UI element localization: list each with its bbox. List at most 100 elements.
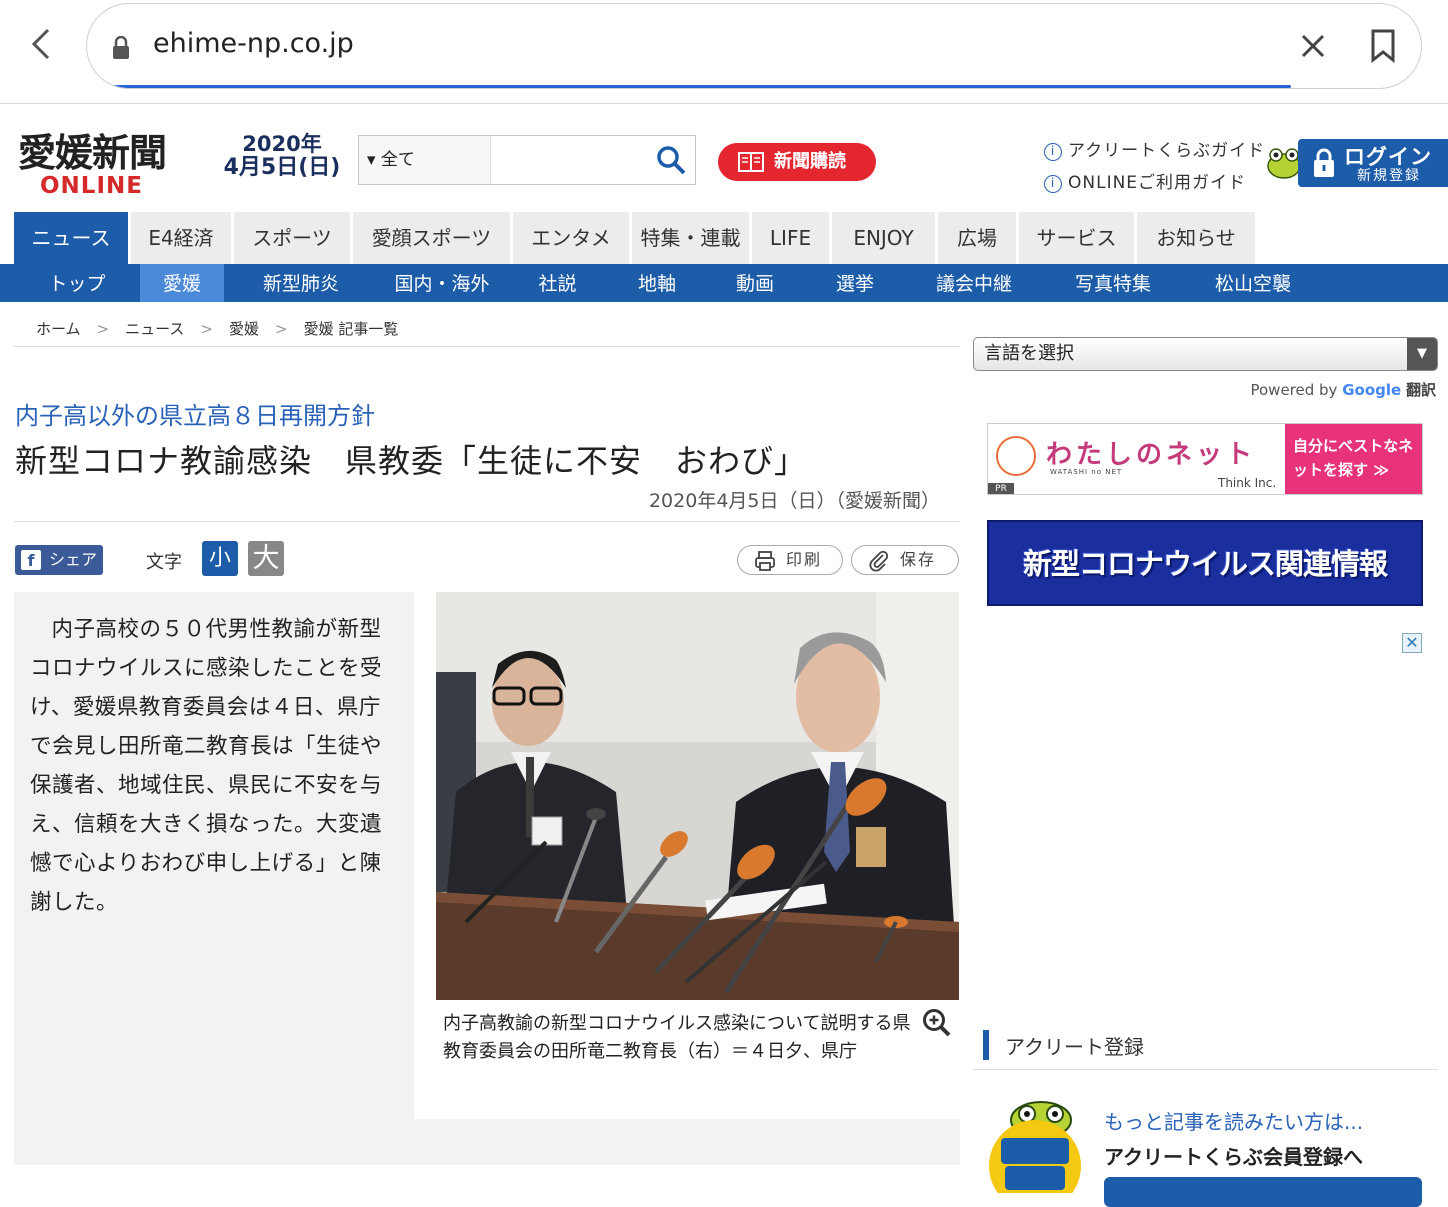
subnav-photo[interactable]: 写真特集 — [1043, 264, 1183, 302]
browser-bar: ehime-np.co.jp — [0, 0, 1448, 104]
nav-tab-enjoy[interactable]: ENJOY — [832, 212, 938, 264]
nav-tab-egao-sports[interactable]: 愛顔スポーツ — [353, 212, 513, 264]
translate-text: 翻訳 — [1405, 381, 1436, 399]
subnav-domestic-intl[interactable]: 国内・海外 — [378, 264, 506, 302]
guide-link-acreet[interactable]: i アクリートくらぶガイド — [1044, 136, 1265, 161]
frog-mascot-icon — [1267, 148, 1301, 179]
covid-info-banner[interactable]: 新型コロナウイルス関連情報 — [987, 520, 1423, 606]
nav-tab-service[interactable]: サービス — [1019, 212, 1137, 264]
loading-progress-bar — [111, 85, 1291, 88]
divider — [14, 521, 960, 522]
close-icon[interactable] — [1297, 30, 1329, 62]
save-button[interactable]: 保存 — [851, 545, 959, 575]
font-size-label: 文字 — [146, 552, 182, 573]
paperclip-icon — [869, 550, 889, 572]
photo-caption: 内子高教諭の新型コロナウイルス感染について説明する県教育委員会の田所竜二教育長（… — [443, 1013, 911, 1062]
login-button[interactable]: ログイン 新規登録 — [1298, 139, 1448, 187]
ad-cta-text: 自分にベストなネットを探す ≫ — [1285, 424, 1422, 494]
newspaper-icon — [738, 152, 764, 172]
article-paragraph: 内子高校の５０代男性教諭が新型コロナウイルスに感染したことを受け、愛媛県教育委員… — [30, 617, 383, 915]
lock-icon — [1314, 148, 1334, 177]
breadcrumb-ehime[interactable]: 愛媛 — [229, 320, 259, 338]
breadcrumb: ホーム > ニュース > 愛媛 > 愛媛 記事一覧 — [36, 318, 398, 339]
address-bar[interactable]: ehime-np.co.jp — [86, 3, 1422, 89]
subnav-top[interactable]: トップ — [14, 264, 140, 302]
section-heading: アクリート登録 — [1005, 1035, 1144, 1059]
breadcrumb-news[interactable]: ニュース — [125, 320, 184, 338]
facebook-icon: f — [21, 550, 41, 570]
font-large-button[interactable]: 大 — [248, 541, 284, 576]
site-search: ▾ 全て — [358, 135, 696, 185]
subnav-video[interactable]: 動画 — [705, 264, 805, 302]
register-label: 新規登録 — [1357, 168, 1421, 184]
acreet-register-button[interactable] — [1104, 1177, 1422, 1207]
print-button[interactable]: 印刷 — [737, 545, 843, 575]
divider — [14, 346, 960, 347]
url-text: ehime-np.co.jp — [153, 28, 354, 59]
info-icon: i — [1044, 143, 1062, 161]
nav-tab-life[interactable]: LIFE — [752, 212, 832, 264]
breadcrumb-separator: > — [200, 320, 213, 338]
ad-close-icon[interactable]: ✕ — [1402, 633, 1422, 653]
facebook-share-button[interactable]: f シェア — [15, 545, 103, 575]
printer-icon — [755, 551, 775, 571]
subnav-editorial[interactable]: 社説 — [506, 264, 609, 302]
subnav-election[interactable]: 選挙 — [805, 264, 905, 302]
date-year: 2020年 — [242, 132, 322, 156]
language-select[interactable]: 言語を選択 ▼ — [973, 337, 1438, 371]
nav-tab-news[interactable]: ニュース — [14, 212, 131, 264]
article-footer-area — [14, 1119, 960, 1165]
press-conference-photo — [436, 592, 959, 1000]
subnav-ehime[interactable]: 愛媛 — [140, 264, 224, 302]
lock-icon — [113, 36, 129, 59]
acreet-prompt-text[interactable]: もっと記事を読みたい方は... — [1104, 1106, 1363, 1135]
search-input[interactable] — [491, 136, 651, 184]
zoom-icon[interactable] — [922, 1008, 952, 1038]
breadcrumb-separator: > — [96, 320, 110, 338]
font-small-button[interactable]: 小 — [202, 541, 238, 576]
nav-tab-entertainment[interactable]: エンタメ — [513, 212, 632, 264]
article-date: 2020年4月5日（日）（愛媛新聞） — [648, 490, 940, 512]
article-subtitle: 内子高以外の県立高８日再開方針 — [15, 402, 375, 430]
subnav-chijiku[interactable]: 地軸 — [609, 264, 705, 302]
article-photo[interactable] — [436, 592, 959, 1000]
nav-tab-sports[interactable]: スポーツ — [234, 212, 353, 264]
sub-nav: トップ 愛媛 新型肺炎 国内・海外 社説 地軸 動画 選挙 議会中継 写真特集 … — [0, 264, 1448, 302]
guide-label: ONLINEご利用ガイド — [1068, 173, 1247, 193]
bookmark-icon[interactable] — [1369, 28, 1397, 64]
dropdown-arrow-icon: ▼ — [1407, 338, 1437, 370]
acreet-register-section: アクリート登録 — [973, 1024, 1438, 1070]
site-logo[interactable]: 愛媛新聞 ONLINE — [18, 122, 204, 202]
logo-main-text: 愛媛新聞 — [18, 130, 167, 175]
acreet-register-link[interactable]: アクリートくらぶ会員登録へ — [1104, 1141, 1363, 1170]
powered-by-google: Powered by Google 翻訳 — [1250, 379, 1436, 400]
share-label: シェア — [49, 550, 98, 569]
search-scope-select[interactable]: ▾ 全て — [359, 136, 491, 184]
nav-tab-notices[interactable]: お知らせ — [1137, 212, 1258, 264]
breadcrumb-separator: > — [275, 320, 288, 338]
ad-watashi-no-net[interactable]: わたしのネット WATASHI no NET Think Inc. PR 自分に… — [987, 423, 1423, 495]
info-icon: i — [1044, 175, 1062, 193]
article-headline: 新型コロナ教諭感染 県教委「生徒に不安 おわび」 — [15, 442, 808, 480]
ad-brand-text: わたしのネット — [1046, 440, 1257, 470]
nav-tab-features[interactable]: 特集・連載 — [632, 212, 752, 264]
article-body: 内子高校の５０代男性教諭が新型コロナウイルスに感染したことを受け、愛媛県教育委員… — [14, 592, 414, 1119]
breadcrumb-home[interactable]: ホーム — [36, 320, 81, 338]
ad-company-text: Think Inc. — [1218, 476, 1277, 490]
back-icon[interactable] — [22, 24, 62, 64]
header-date: 2020年 4月5日(日) — [222, 132, 342, 180]
nav-tab-e4-economy[interactable]: E4経済 — [131, 212, 234, 264]
subscribe-label: 新聞購読 — [774, 151, 846, 172]
section-marker — [983, 1030, 989, 1060]
breadcrumb-article-list[interactable]: 愛媛 記事一覧 — [304, 320, 399, 338]
nav-tab-plaza[interactable]: 広場 — [938, 212, 1019, 264]
acreet-club-logo[interactable] — [985, 1100, 1081, 1193]
guide-link-online[interactable]: i ONLINEご利用ガイド — [1044, 168, 1246, 193]
subnav-covid[interactable]: 新型肺炎 — [224, 264, 378, 302]
main-nav: ニュース E4経済 スポーツ 愛顔スポーツ エンタメ 特集・連載 LIFE EN… — [14, 212, 1448, 264]
subnav-assembly[interactable]: 議会中継 — [905, 264, 1043, 302]
subnav-matsuyama-raid[interactable]: 松山空襲 — [1183, 264, 1323, 302]
guide-label: アクリートくらぶガイド — [1068, 141, 1266, 161]
subscribe-button[interactable]: 新聞購読 — [718, 143, 876, 181]
search-icon[interactable] — [655, 144, 687, 176]
